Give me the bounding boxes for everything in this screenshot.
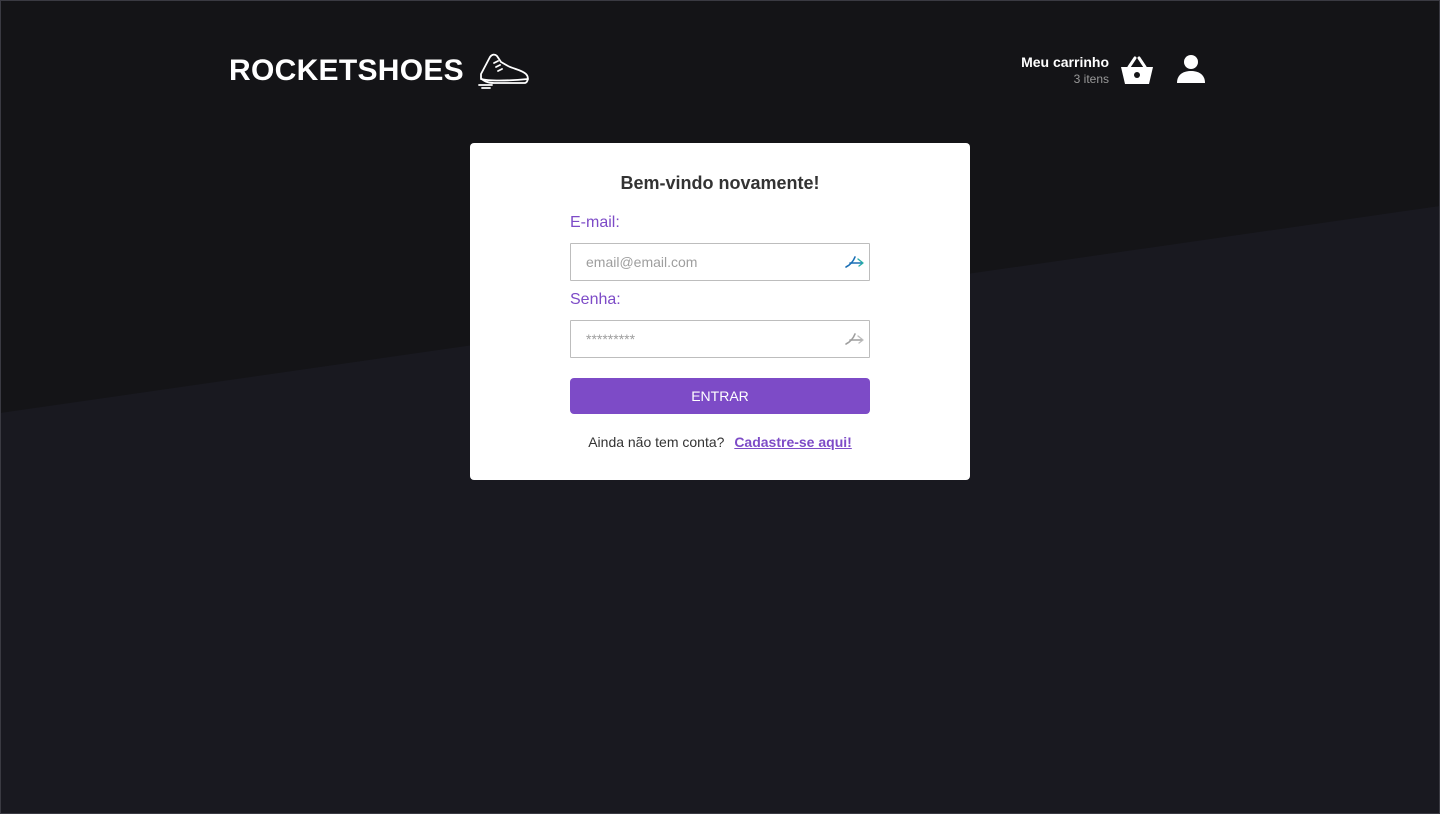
sneaker-icon xyxy=(478,53,529,89)
cart-summary: Meu carrinho 3 itens xyxy=(1021,54,1109,86)
email-field-wrapper xyxy=(570,243,870,281)
autofill-key-icon[interactable] xyxy=(844,331,864,347)
password-label: Senha: xyxy=(570,291,621,308)
password-input[interactable] xyxy=(571,321,869,357)
cart-button[interactable]: Meu carrinho 3 itens xyxy=(1021,54,1154,86)
logo-link[interactable]: ROCKETSHOES xyxy=(229,52,530,90)
email-label: E-mail: xyxy=(570,214,620,231)
signup-prompt-text: Ainda não tem conta? xyxy=(588,434,725,450)
signup-link[interactable]: Cadastre-se aqui! xyxy=(734,434,851,450)
signup-prompt-line: Ainda não tem conta? Cadastre-se aqui! xyxy=(470,434,970,450)
cart-title: Meu carrinho xyxy=(1021,54,1109,70)
user-icon[interactable] xyxy=(1176,54,1206,84)
site-header: ROCKETSHOES Meu carrinho 3 itens xyxy=(229,48,1206,98)
autofill-key-icon[interactable] xyxy=(844,254,864,270)
logo-text: ROCKETSHOES xyxy=(229,54,464,87)
email-input[interactable] xyxy=(571,244,869,280)
basket-icon xyxy=(1121,56,1153,84)
login-submit-button[interactable]: ENTRAR xyxy=(570,378,870,414)
password-field-wrapper xyxy=(570,320,870,358)
cart-item-count: 3 itens xyxy=(1073,72,1109,86)
login-card: Bem-vindo novamente! E-mail: Senha: ENTR… xyxy=(470,143,970,480)
login-title: Bem-vindo novamente! xyxy=(620,173,820,193)
